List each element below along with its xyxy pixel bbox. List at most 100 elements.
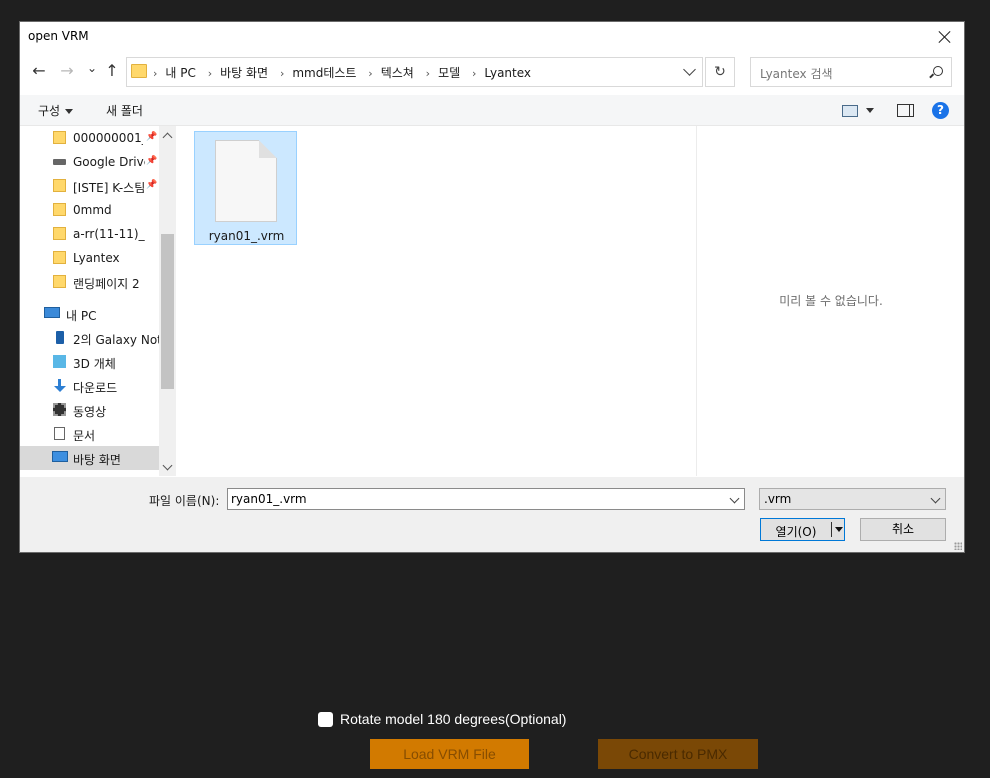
- nav-item-label: 다운로드: [73, 381, 118, 395]
- network-folder-icon: [53, 131, 66, 144]
- breadcrumb-separator: ›: [425, 67, 431, 80]
- breadcrumb-item[interactable]: 바탕 화면: [220, 66, 268, 80]
- nav-item-label: 바탕 화면: [73, 453, 121, 467]
- search-icon: [933, 66, 943, 76]
- cancel-button[interactable]: 취소: [860, 518, 946, 541]
- pin-icon: 📌: [146, 132, 158, 142]
- file-list: ryan01_.vrm: [177, 126, 696, 476]
- nav-item-label: 3D 개체: [73, 357, 116, 371]
- view-options-icon[interactable]: [842, 105, 858, 117]
- nav-item-lyantex[interactable]: Lyantex: [20, 246, 176, 270]
- breadcrumb-item[interactable]: Lyantex: [484, 66, 531, 80]
- chevron-down-icon: [930, 493, 941, 504]
- breadcrumb-separator: ›: [279, 67, 285, 80]
- search-input[interactable]: Lyantex 검색: [750, 57, 952, 87]
- preview-pane: 미리 볼 수 없습니다.: [696, 126, 964, 476]
- nav-item-videos[interactable]: 동영상: [20, 398, 176, 422]
- refresh-icon[interactable]: ↻: [705, 57, 735, 87]
- rotate-checkbox[interactable]: [318, 712, 333, 727]
- chevron-down-icon[interactable]: [866, 108, 874, 113]
- scroll-up-icon[interactable]: [162, 132, 173, 143]
- file-type-select[interactable]: .vrm: [759, 488, 946, 510]
- nav-item-documents[interactable]: 문서: [20, 422, 176, 446]
- chevron-down-icon[interactable]: [835, 527, 843, 532]
- nav-item-galaxy-note[interactable]: 2의 Galaxy Note: [20, 326, 176, 350]
- desktop-icon: [52, 451, 68, 462]
- back-arrow-icon[interactable]: ←: [30, 62, 48, 80]
- breadcrumb-separator: ›: [153, 67, 158, 80]
- phone-icon: [56, 331, 64, 344]
- nav-item-label: Google Drive: [73, 155, 145, 169]
- folder-icon: [131, 64, 147, 78]
- nav-item-google-drive[interactable]: Google Drive 📌: [20, 150, 176, 174]
- split-divider: [831, 522, 832, 537]
- nav-item-a-rr[interactable]: a-rr(11-11)_: [20, 222, 176, 246]
- open-button[interactable]: 열기(O): [760, 518, 845, 541]
- nav-item-label: [ISTE] K-스팀: [73, 181, 145, 195]
- nav-item-iste[interactable]: [ISTE] K-스팀 📌: [20, 174, 176, 198]
- organize-label: 구성: [38, 104, 61, 118]
- nav-item-0mmd[interactable]: 0mmd: [20, 198, 176, 222]
- folder-icon: [53, 179, 66, 192]
- nav-item-landing-page[interactable]: 랜딩페이지 2: [20, 270, 176, 294]
- folder-icon: [53, 251, 66, 264]
- load-vrm-button[interactable]: Load VRM File: [370, 739, 529, 769]
- convert-to-pmx-button[interactable]: Convert to PMX: [598, 739, 758, 769]
- pc-icon: [44, 307, 60, 318]
- nav-item-label: 랜딩페이지 2: [73, 277, 140, 291]
- nav-item-label: 000000001_: [73, 131, 143, 145]
- nav-item-label: 0mmd: [73, 203, 112, 217]
- breadcrumb-item[interactable]: 모델: [438, 66, 460, 80]
- chevron-down-icon[interactable]: [683, 63, 696, 76]
- nav-item-desktop[interactable]: 바탕 화면: [20, 446, 176, 470]
- nav-item-3d-objects[interactable]: 3D 개체: [20, 350, 176, 374]
- filename-value: ryan01_.vrm: [231, 492, 307, 506]
- breadcrumb-item[interactable]: mmd테스트: [292, 66, 356, 80]
- cube-icon: [53, 355, 66, 368]
- rotate-label: Rotate model 180 degrees(Optional): [340, 711, 567, 727]
- open-button-label: 열기(O): [775, 525, 817, 539]
- chevron-down-icon: [65, 109, 74, 114]
- video-icon: [53, 403, 66, 416]
- document-icon: [54, 427, 65, 440]
- cloud-folder-icon: [53, 275, 66, 288]
- nav-item-my-pc[interactable]: 내 PC: [20, 302, 176, 326]
- search-placeholder: Lyantex 검색: [760, 67, 833, 81]
- file-type-value: .vrm: [764, 492, 792, 506]
- nav-item-label: 동영상: [73, 405, 107, 419]
- breadcrumb-separator: ›: [471, 67, 477, 80]
- nav-item-downloads[interactable]: 다운로드: [20, 374, 176, 398]
- nav-item-label: Lyantex: [73, 251, 120, 265]
- new-folder-button[interactable]: 새 폴더: [106, 102, 143, 119]
- nav-pane-scrollbar[interactable]: [159, 126, 176, 476]
- dialog-titlebar: open VRM: [20, 22, 964, 52]
- address-bar[interactable]: › 내 PC › 바탕 화면 › mmd테스트 › 텍스쳐 › 모델 › Lyantex: [126, 57, 703, 87]
- command-bar: 구성 새 폴더 ?: [20, 95, 964, 126]
- forward-arrow-icon[interactable]: →: [58, 62, 76, 80]
- folder-icon: [53, 227, 66, 240]
- nav-item-label: a-rr(11-11)_: [73, 227, 145, 241]
- nav-item-label: 문서: [73, 429, 96, 443]
- preview-pane-icon[interactable]: [897, 104, 914, 117]
- breadcrumb-separator: ›: [368, 67, 373, 80]
- organize-button[interactable]: 구성: [38, 102, 74, 119]
- file-item[interactable]: ryan01_.vrm: [194, 131, 297, 245]
- pin-icon: 📌: [146, 156, 158, 166]
- help-icon[interactable]: ?: [932, 102, 949, 119]
- scroll-down-icon[interactable]: [162, 460, 173, 471]
- breadcrumb-item[interactable]: 텍스쳐: [381, 66, 414, 80]
- file-name: ryan01_.vrm: [208, 229, 285, 243]
- nav-item-000000001[interactable]: 000000001_ 📌: [20, 126, 176, 150]
- chevron-down-icon[interactable]: [729, 493, 740, 504]
- recent-locations-icon[interactable]: ⌄: [83, 59, 101, 77]
- nav-item-label: 2의 Galaxy Note: [73, 333, 159, 347]
- resize-grip-icon[interactable]: [954, 542, 962, 550]
- breadcrumb-item[interactable]: 내 PC: [165, 66, 195, 80]
- filename-label: 파일 이름(N):: [149, 494, 220, 508]
- pin-icon: 📌: [146, 180, 158, 190]
- filename-input[interactable]: ryan01_.vrm: [227, 488, 745, 510]
- dialog-title: open VRM: [28, 29, 89, 43]
- close-icon[interactable]: [934, 26, 956, 48]
- up-arrow-icon[interactable]: ↑: [103, 62, 121, 80]
- scrollbar-thumb[interactable]: [161, 234, 174, 389]
